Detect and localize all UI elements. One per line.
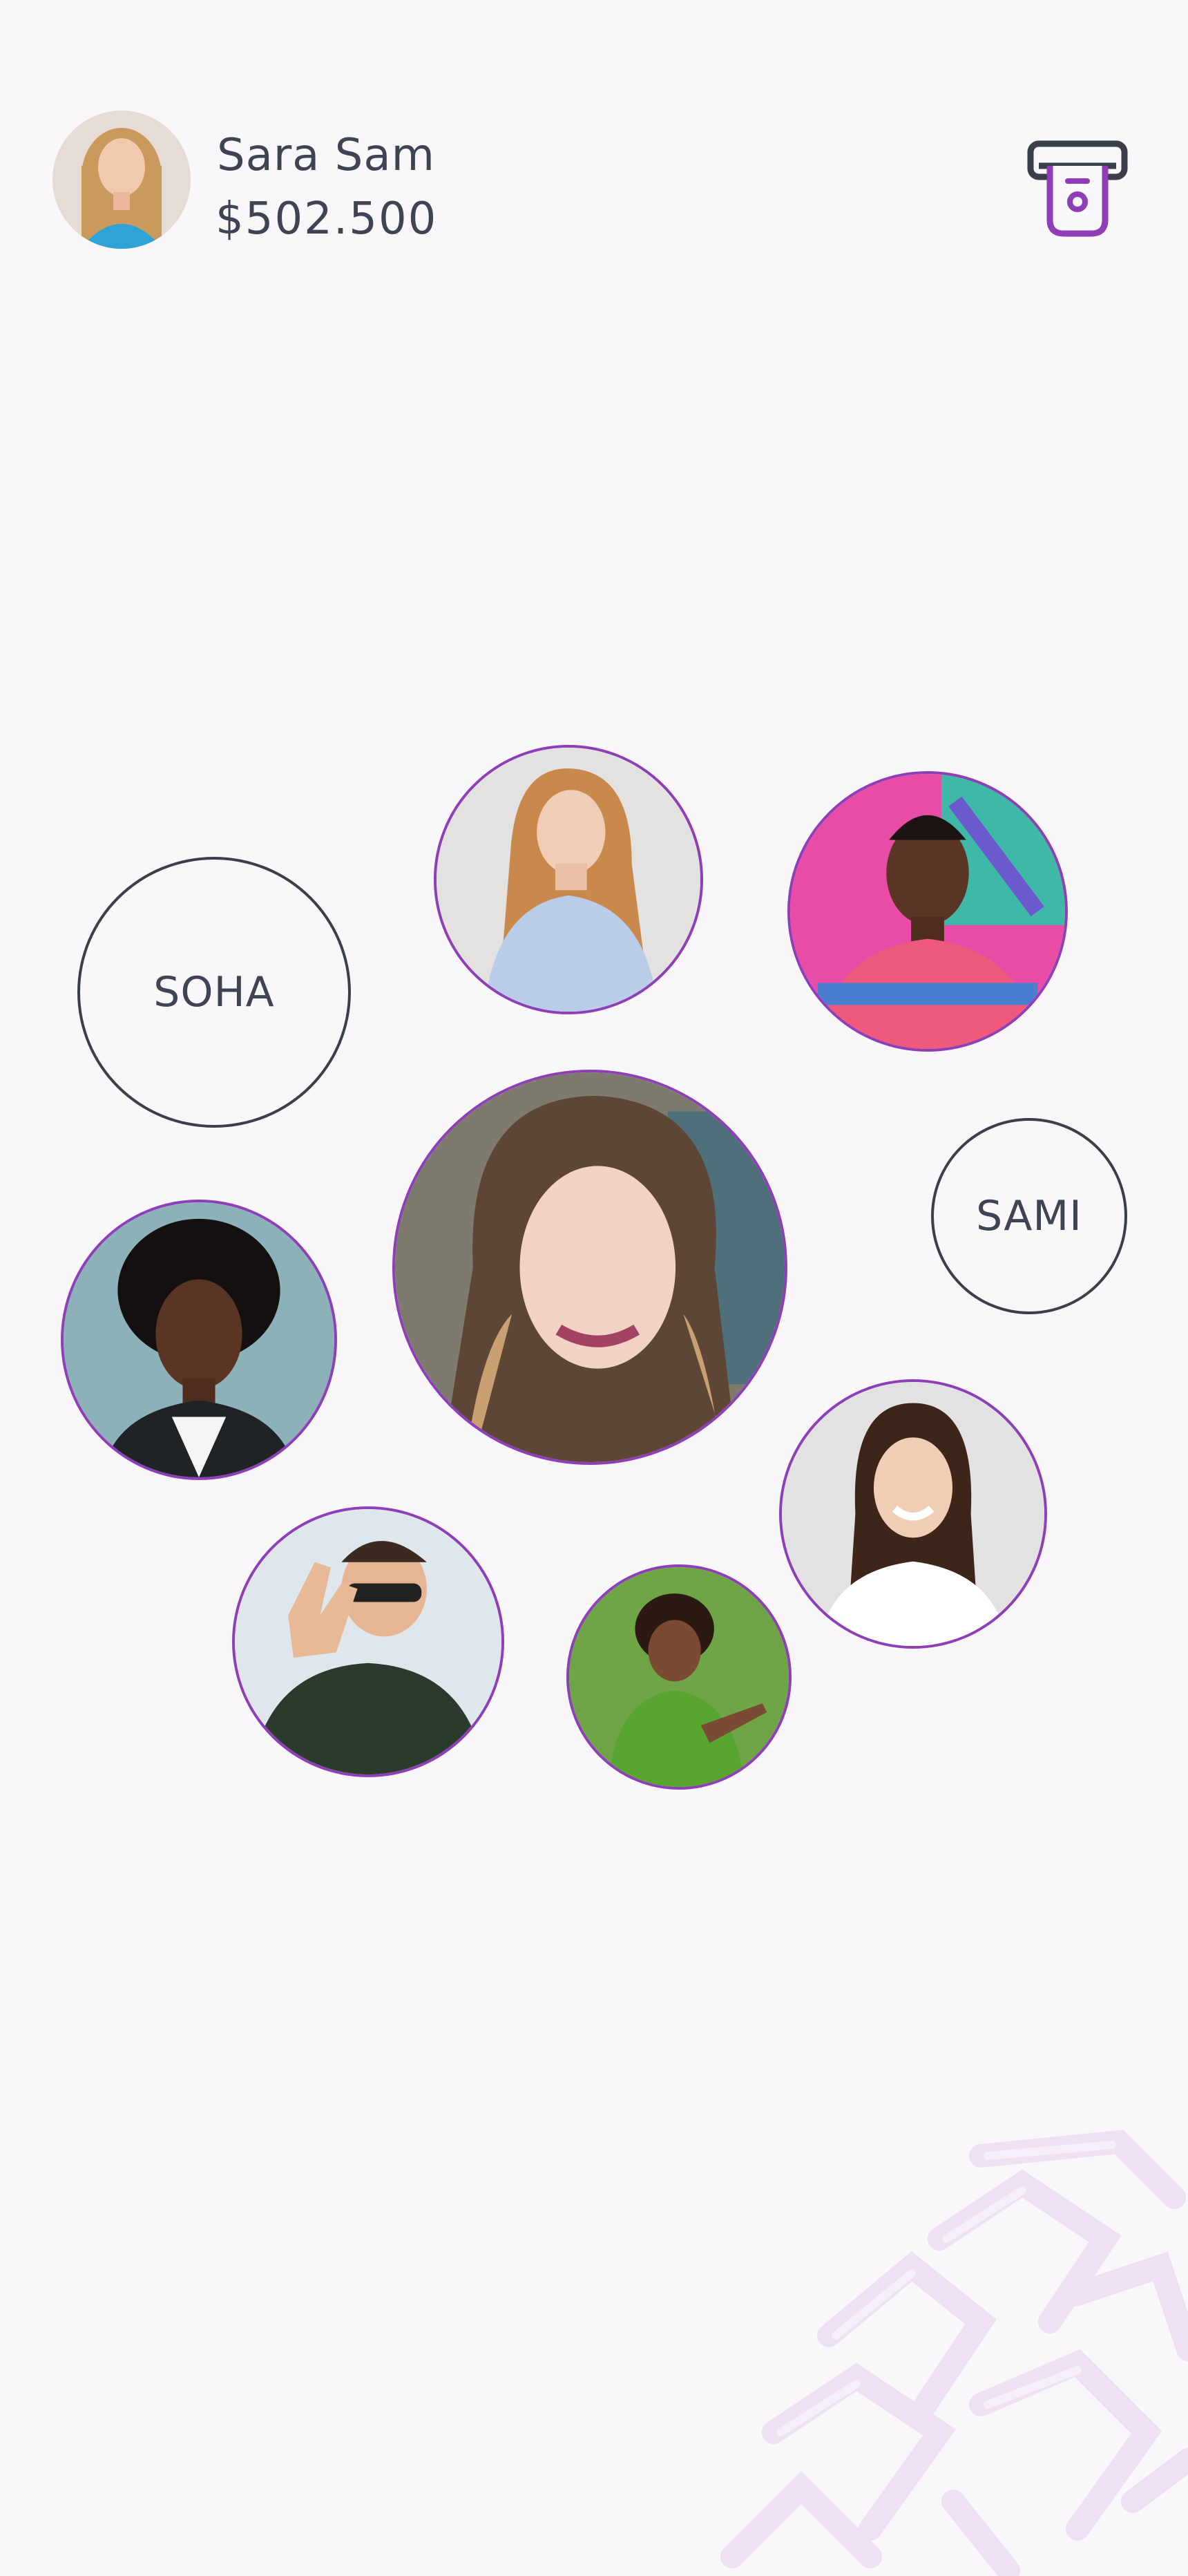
contact-name-label: SAMI <box>976 1192 1082 1240</box>
atm-withdraw-icon <box>1027 140 1128 237</box>
contact-photo-woman-green-shirt <box>569 1567 789 1787</box>
contact-photo-woman-featured <box>395 1072 785 1462</box>
contact-bubble[interactable] <box>566 1564 792 1790</box>
contact-bubble-featured[interactable] <box>392 1070 787 1465</box>
user-name: Sara Sam <box>217 130 435 181</box>
header: Sara Sam $502.500 <box>0 0 1188 290</box>
contact-bubble[interactable] <box>779 1379 1047 1649</box>
contact-bubble-soha[interactable]: SOHA <box>77 857 351 1128</box>
user-balance: $502.500 <box>215 193 438 245</box>
contact-bubble[interactable] <box>434 745 703 1014</box>
contact-bubble[interactable] <box>787 771 1068 1052</box>
decorative-pattern <box>720 2130 1188 2576</box>
contact-photo-woman-glasses <box>437 748 700 1012</box>
contact-photo-woman-smiling <box>782 1382 1044 1646</box>
user-avatar[interactable] <box>52 111 191 249</box>
atm-withdraw-button[interactable] <box>1026 138 1129 240</box>
contact-bubble[interactable] <box>232 1506 504 1777</box>
contact-bubble[interactable] <box>61 1200 337 1480</box>
contact-photo-man-peace-sign <box>235 1509 501 1774</box>
contact-name-label: SOHA <box>153 968 275 1016</box>
contact-photo-man-pink-shirt <box>790 774 1065 1049</box>
contact-photo-woman-afro <box>64 1202 334 1477</box>
contact-bubble-sami[interactable]: SAMI <box>931 1118 1127 1314</box>
